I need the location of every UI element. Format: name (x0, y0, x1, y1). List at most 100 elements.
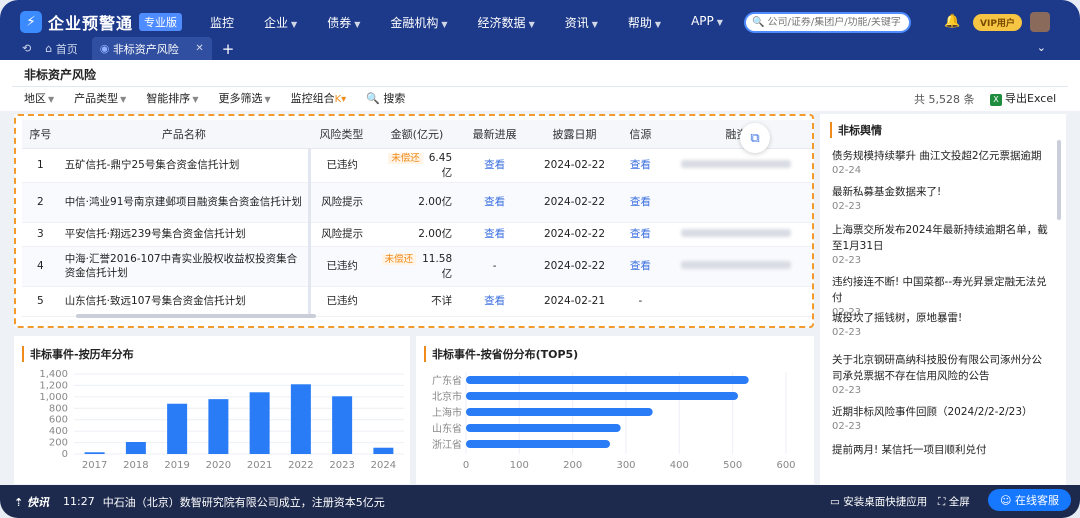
news-item[interactable]: 关于北京钢研高纳科技股份有限公司涿州分公司承兑票据不存在信用风险的公告 02-23 (832, 352, 1052, 398)
x-tick-label: 600 (776, 460, 795, 471)
source-link[interactable]: 查看 (619, 148, 661, 183)
progress-link[interactable]: 查看 (460, 148, 530, 183)
close-icon[interactable]: ✕ (195, 43, 203, 54)
bar-2023[interactable] (332, 396, 353, 454)
filter-more[interactable]: 更多筛选 ▼ (218, 90, 270, 106)
progress-link[interactable]: 查看 (460, 286, 530, 317)
history-icon[interactable]: ⟲ (22, 42, 31, 55)
tab-home[interactable]: ⌂ 首页 (45, 41, 77, 57)
progress-link[interactable]: 查看 (460, 182, 530, 223)
disclosure-date: 2024-02-22 (529, 222, 620, 247)
avatar[interactable] (1030, 12, 1050, 32)
copy-icon[interactable]: ⧉ (740, 123, 770, 153)
financing-party-cell (660, 286, 812, 317)
search-input[interactable] (767, 17, 908, 28)
column-header[interactable]: 产品名称 (58, 120, 310, 149)
bar-2018[interactable] (125, 442, 146, 454)
nav-item[interactable]: 监控 (210, 14, 234, 31)
table-row[interactable]: 2 中信·鸿业91号南京建邺项目融资集合资金信托计划 风险提示 2.00亿 查看 2024… (22, 182, 812, 223)
nav-item[interactable]: APP ▼ (691, 14, 723, 31)
progress-link: - (460, 246, 530, 287)
export-excel-button[interactable]: X 导出Excel (990, 90, 1056, 106)
tab-active[interactable]: ◉ 非标资产风险 ✕ (91, 37, 212, 60)
y-tick-label: 北京市 (432, 390, 462, 403)
home-icon: ⌂ (45, 42, 56, 55)
bar-浙江省[interactable] (466, 440, 610, 448)
news-item[interactable]: 上海票交所发布2024年最新持续逾期名单，截至1月31日 02-23 (832, 222, 1052, 268)
bar-2024[interactable] (373, 447, 394, 454)
nav-item[interactable]: 企业 ▼ (264, 14, 297, 31)
nav-item[interactable]: 经济数据 ▼ (478, 14, 535, 31)
product-name[interactable]: 中信·鸿业91号南京建邺项目融资集合资金信托计划 (58, 182, 311, 223)
x-tick-label: 100 (510, 460, 529, 471)
column-header[interactable]: 披露日期 (529, 120, 620, 149)
column-header[interactable]: 金额(亿元) (373, 120, 461, 149)
vertical-scrollbar[interactable] (1057, 140, 1061, 220)
product-name[interactable]: 中海·汇誉2016-107中青实业股权收益权投资集合资金信托计划 (58, 246, 311, 287)
add-tab-icon[interactable]: + (222, 40, 235, 58)
nav-item[interactable]: 资讯 ▼ (565, 14, 598, 31)
flash-news-text: 快讯 (27, 495, 50, 509)
bar-广东省[interactable] (466, 376, 749, 384)
bar-2021[interactable] (249, 392, 270, 454)
online-service-button[interactable]: ☺ 在线客服 (988, 489, 1071, 511)
news-date: 02-23 (832, 421, 862, 432)
table-row[interactable]: 4 中海·汇誉2016-107中青实业股权收益权投资集合资金信托计划 已违约 未偿还 1… (22, 246, 812, 287)
y-tick-label: 800 (49, 403, 68, 414)
column-header[interactable]: 风险类型 (309, 120, 374, 149)
filter-smart-sort[interactable]: 智能排序 ▼ (146, 90, 198, 106)
x-tick-label: 2019 (164, 460, 189, 471)
table-row[interactable]: 5 山东信托·致远107号集合资金信托计划 已违约 不详 查看 2024-02-21- (22, 286, 812, 317)
chevron-down-icon: ▼ (528, 19, 535, 29)
news-headline: 城投坎了摇钱树，原地暴雷! (832, 312, 963, 324)
bar-北京市[interactable] (466, 392, 738, 400)
nav-item[interactable]: 债券 ▼ (327, 14, 360, 31)
column-header[interactable]: 序号 (22, 120, 59, 149)
news-item[interactable]: 城投坎了摇钱树，原地暴雷! 02-23 (832, 310, 1052, 340)
nav-item[interactable]: 金融机构 ▼ (390, 14, 447, 31)
product-name[interactable]: 平安信托·翔远239号集合资金信托计划 (58, 222, 311, 247)
global-search[interactable]: 🔍 (744, 12, 911, 33)
source-link[interactable]: 查看 (619, 222, 661, 247)
bar-2020[interactable] (208, 399, 229, 454)
filter-monitor-group[interactable]: 监控组合K▾ (291, 90, 347, 106)
table-row[interactable]: 3 平安信托·翔远239号集合资金信托计划 风险提示 2.00亿 查看 2024-02-2… (22, 222, 812, 247)
news-item[interactable]: 近期非标风险事件回顾（2024/2/2-2/23） 02-23 (832, 404, 1052, 434)
product-name[interactable]: 山东信托·致远107号集合资金信托计划 (58, 286, 311, 317)
filter-search-button[interactable]: 🔍 搜索 (366, 90, 405, 106)
product-name[interactable]: 五矿信托-鼎宁25号集合资金信托计划 (58, 148, 311, 183)
table-row[interactable]: 1 五矿信托-鼎宁25号集合资金信托计划 已违约 未偿还 6.45亿 查看 2024-02-… (22, 148, 812, 183)
filter-product-type[interactable]: 产品类型 ▼ (74, 90, 126, 106)
bar-2022[interactable] (290, 384, 311, 454)
bar-2017[interactable] (84, 452, 105, 454)
flash-news-label[interactable]: ⇡ 快讯 (14, 494, 49, 510)
row-number: 5 (22, 286, 59, 317)
filter-region[interactable]: 地区 ▼ (24, 90, 54, 106)
news-item[interactable]: 债务规模持续攀升 曲江文投超2亿元票据逾期 02-24 (832, 148, 1052, 178)
news-item[interactable]: 提前两月! 某信托一项目顺利兑付 (832, 442, 1052, 458)
bar-上海市[interactable] (466, 408, 653, 416)
fullscreen-button[interactable]: ⛶ 全屏 (938, 494, 970, 509)
chevron-down-icon[interactable]: ⌄ (1037, 41, 1046, 54)
y-tick-label: 上海市 (432, 406, 462, 419)
column-header[interactable]: 最新进展 (460, 120, 530, 149)
vip-badge[interactable]: VIP用户 (973, 14, 1022, 31)
bar-2019[interactable] (167, 403, 188, 454)
page-title: 非标资产风险 (24, 68, 97, 82)
progress-link[interactable]: 查看 (460, 222, 530, 247)
y-tick-label: 1,400 (39, 369, 68, 380)
column-header[interactable]: 信源 (619, 120, 661, 149)
bar-山东省[interactable] (466, 424, 621, 432)
news-item[interactable]: 最新私募基金数据来了! 02-23 (832, 184, 1052, 214)
column-header[interactable]: 融资 (660, 120, 812, 149)
news-ticker[interactable]: 中石油（北京）数智研究院有限公司成立，注册资本5亿元 (103, 494, 385, 510)
install-shortcut-button[interactable]: ▭ 安装桌面快捷应用 (830, 494, 927, 509)
nav-item[interactable]: 帮助 ▼ (628, 14, 661, 31)
source-link[interactable]: 查看 (619, 182, 661, 223)
horizontal-scrollbar[interactable] (76, 314, 316, 318)
redacted-text (681, 261, 792, 269)
source-link[interactable]: 查看 (619, 246, 661, 287)
online-service-label: 在线客服 (1014, 494, 1059, 507)
app-logo[interactable]: ⚡ 企业预警通 专业版 (20, 10, 183, 34)
bell-icon[interactable]: 🔔 (944, 14, 960, 29)
